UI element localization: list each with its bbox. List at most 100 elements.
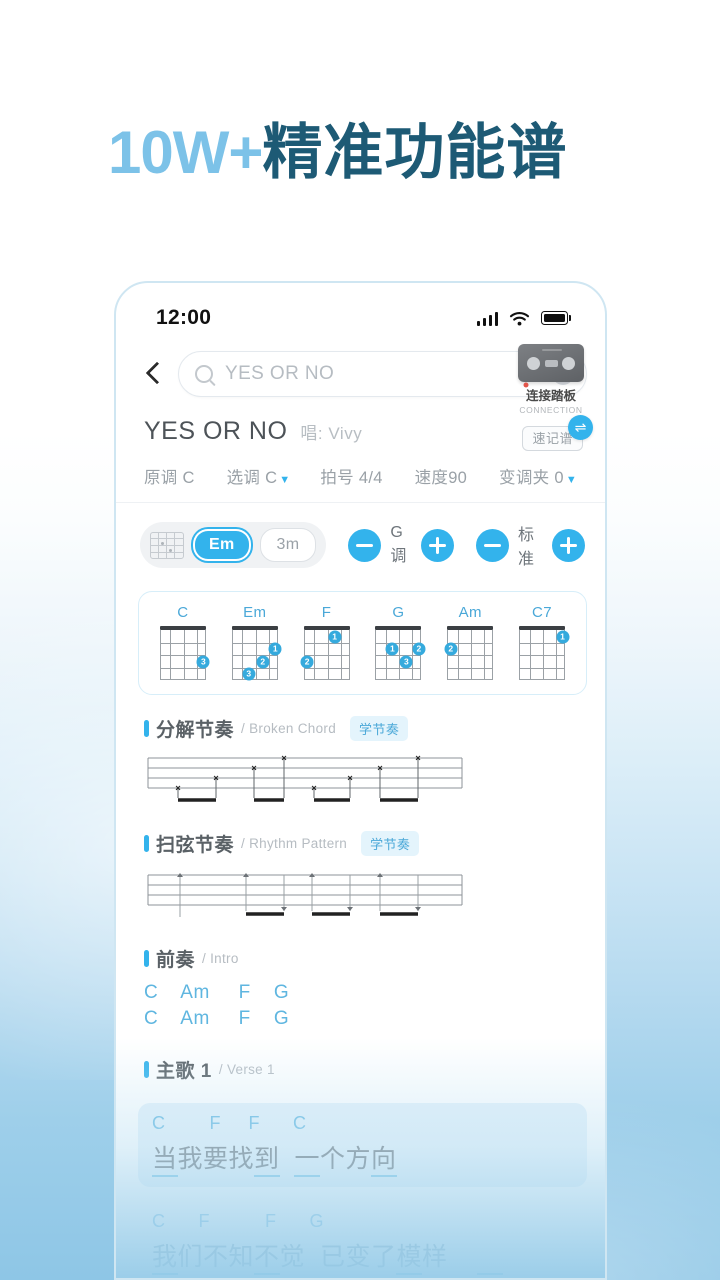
headline-count: 10W+ xyxy=(108,119,263,186)
tuning-stepper: 标准 xyxy=(476,521,585,569)
svg-text:×: × xyxy=(311,783,317,794)
learn-rhythm-badge[interactable]: 学节奏 xyxy=(361,831,420,856)
chord-diagram-c7[interactable]: C7 1 xyxy=(511,604,573,680)
pedal-device-icon xyxy=(518,344,584,382)
meta-tempo[interactable]: 速度90 xyxy=(415,464,470,488)
song-meta-row: 原调 C 选调 C ▼ 拍号 4/4 速度90 变调夹 0 ▼ xyxy=(116,446,605,503)
key-minus-button[interactable] xyxy=(348,528,382,562)
signal-bars-icon xyxy=(476,311,498,326)
rhythm-pattern-notation xyxy=(146,867,464,925)
lyric-text: 我们不知不觉 已变了模样 xyxy=(152,1237,573,1275)
section-title-en: / Verse 1 xyxy=(218,1062,275,1077)
battery-full-icon xyxy=(541,311,571,325)
section-title-en: / Rhythm Pattern xyxy=(241,836,348,851)
svg-text:×: × xyxy=(213,773,219,784)
section-rhythm-pattern: 扫弦节奏 / Rhythm Pattern 学节奏 xyxy=(116,810,605,863)
svg-text:×: × xyxy=(377,763,383,774)
tuning-plus-button[interactable] xyxy=(552,528,585,562)
lyric-line-active[interactable]: C F F C 当我要找到 一个方向 xyxy=(138,1103,587,1187)
search-icon xyxy=(195,365,213,383)
fretboard-icon[interactable] xyxy=(150,531,184,559)
svg-text:×: × xyxy=(251,763,257,774)
section-marker xyxy=(144,720,149,737)
chord-finger-dot: 3 xyxy=(399,655,413,668)
chord-finger-dot: 3 xyxy=(242,667,256,681)
chord-diagram-panel: C 3 Em 1 2 3 F 1 2 G 1 2 3 Am 2 C7 1 xyxy=(138,591,587,695)
song-header: YES OR NO 唱: Vivy 速记谱 ⇌ xyxy=(116,397,605,451)
meta-capo[interactable]: 变调夹 0 ▼ xyxy=(499,464,577,488)
svg-text:×: × xyxy=(347,773,353,784)
wifi-icon xyxy=(509,311,530,325)
chord-finger-dot: 1 xyxy=(385,642,399,656)
chord-name: C7 xyxy=(532,604,553,621)
status-clock: 12:00 xyxy=(156,306,212,329)
chord-finger-dot: 2 xyxy=(300,655,314,668)
section-title-en: / Broken Chord xyxy=(241,721,337,736)
swap-arrows-icon[interactable]: ⇌ xyxy=(568,415,593,440)
page-headline: 10W+精准功能谱 xyxy=(108,104,567,191)
lyric-text: 当我要找到 一个方向 xyxy=(152,1139,573,1177)
chord-finger-dot: 1 xyxy=(328,630,342,643)
control-row: Em 3m G调 标准 xyxy=(116,503,605,585)
section-title-cn: 主歌 1 xyxy=(156,1061,212,1082)
section-title-cn: 分解节奏 xyxy=(156,720,235,741)
chord-diagram-f[interactable]: F12 xyxy=(296,604,358,680)
intro-chord-line: C Am F G xyxy=(144,1008,290,1029)
section-marker xyxy=(144,835,149,852)
chord-diagram-em[interactable]: Em 1 2 3 xyxy=(224,604,286,681)
meta-original-key[interactable]: 原调 C xyxy=(144,464,197,488)
section-title-cn: 扫弦节奏 xyxy=(156,835,235,856)
section-marker xyxy=(144,950,149,967)
chord-finger-dot: 1 xyxy=(268,642,282,656)
segment-em[interactable]: Em xyxy=(193,529,251,561)
chord-name: F xyxy=(321,604,332,621)
section-broken-chord: 分解节奏 / Broken Chord 学节奏 xyxy=(116,695,605,748)
chord-grid: 1 xyxy=(519,626,570,680)
section-marker xyxy=(144,1061,149,1078)
tuning-minus-button[interactable] xyxy=(476,528,509,562)
section-title-cn: 前奏 xyxy=(156,950,196,971)
lyric-chords: C F F G xyxy=(152,1211,325,1231)
chord-finger-dot: 2 xyxy=(256,655,270,668)
chord-grid: 2 xyxy=(444,626,494,680)
svg-text:×: × xyxy=(281,753,287,764)
chord-diagram-c[interactable]: C3 xyxy=(152,604,214,680)
chord-finger-dot: 2 xyxy=(412,642,426,656)
section-title-en: / Intro xyxy=(202,951,239,966)
song-title: YES OR NO xyxy=(144,417,288,445)
broken-chord-notation: × × × × × × × × xyxy=(146,752,464,810)
status-icons xyxy=(476,311,571,326)
tuning-value: 标准 xyxy=(518,527,535,568)
key-stepper: G调 xyxy=(348,524,454,566)
chord-finger-dot: 2 xyxy=(444,642,458,656)
search-row: YES OR NO 连接踏板 CONNECTION xyxy=(116,339,605,415)
svg-text:×: × xyxy=(415,753,421,764)
song-artist: 唱: Vivy xyxy=(300,424,363,443)
headline-text: 精准功能谱 xyxy=(262,119,568,186)
shorthand-toggle[interactable]: 速记谱 ⇌ xyxy=(522,415,593,451)
lyric-line[interactable]: C F F G 我们不知不觉 已变了模样 xyxy=(138,1201,587,1278)
status-bar: 12:00 xyxy=(116,283,605,339)
chord-finger-dot: 3 xyxy=(196,655,210,668)
back-chevron-icon[interactable] xyxy=(140,357,168,391)
lyric-chords: C F F C xyxy=(152,1113,307,1133)
meta-selected-key[interactable]: 选调 C ▼ xyxy=(227,464,291,488)
chord-name: Am xyxy=(458,604,482,621)
meta-time-signature[interactable]: 拍号 4/4 xyxy=(320,464,384,488)
search-input-value: YES OR NO xyxy=(225,363,335,384)
chord-grid: 123 xyxy=(231,626,282,681)
key-value: G调 xyxy=(390,524,407,565)
pedal-status-dot xyxy=(523,382,529,388)
chord-name: G xyxy=(392,604,405,621)
chord-name: Em xyxy=(243,604,267,621)
svg-text:×: × xyxy=(175,783,181,794)
section-verse1: 主歌 1 / Verse 1 xyxy=(116,1030,605,1089)
chord-finger-dot: 1 xyxy=(556,630,570,643)
key-plus-button[interactable] xyxy=(421,528,454,562)
phone-mockup: 12:00 YES OR NO 连接踏板 CONNECTION YES OR N… xyxy=(114,281,607,1280)
segment-3m[interactable]: 3m xyxy=(259,528,317,562)
chord-grid: 12 xyxy=(300,626,350,680)
chord-diagram-am[interactable]: Am 2 xyxy=(439,604,501,680)
learn-rhythm-badge[interactable]: 学节奏 xyxy=(350,716,409,741)
chord-diagram-g[interactable]: G 123 xyxy=(367,604,429,680)
